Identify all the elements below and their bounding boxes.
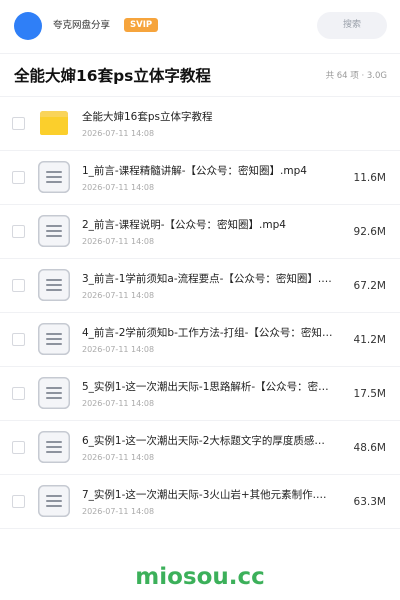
file-name[interactable]: 全能大婶16套ps立体字教程 (82, 110, 334, 124)
folder-summary: 共 64 项 · 3.0G (325, 71, 387, 81)
document-icon (38, 269, 70, 301)
document-icon (38, 377, 70, 409)
user-name[interactable]: 夸克网盘分享 (53, 19, 110, 33)
file-row[interactable]: 6_实例1-这一次潮出天际-2大标题文字的厚度质感制作.mp4 2026-07-1… (0, 421, 400, 475)
file-date: 2026-07-11 14:08 (82, 453, 155, 462)
file-size: 67.2M (353, 280, 386, 292)
file-name[interactable]: 2_前言-课程说明-【公众号：密知圈】.mp4 (82, 218, 334, 232)
file-date: 2026-07-11 14:08 (82, 237, 155, 246)
file-date: 2026-07-11 14:08 (82, 183, 155, 192)
file-row[interactable]: 3_前言-1学前须知a-流程要点-【公众号：密知圈】.mp4 2026-07-11… (0, 259, 400, 313)
folder-icon (38, 107, 70, 139)
file-size: 11.6M (353, 172, 386, 184)
file-size: 92.6M (353, 226, 386, 238)
folder-header: 全能大婶16套ps立体字教程 共 64 项 · 3.0G (0, 53, 400, 97)
select-checkbox[interactable] (12, 441, 25, 454)
file-date: 2026-07-11 14:08 (82, 291, 155, 300)
document-icon (38, 161, 70, 193)
search-input[interactable]: 搜索 (317, 12, 387, 39)
file-name[interactable]: 7_实例1-这一次潮出天际-3火山岩+其他元素制作.mp4 (82, 488, 334, 502)
avatar[interactable] (14, 12, 42, 40)
page-title: 全能大婶16套ps立体字教程 (14, 67, 211, 85)
select-checkbox[interactable] (12, 117, 25, 130)
document-icon (38, 431, 70, 463)
file-row[interactable]: 2_前言-课程说明-【公众号：密知圈】.mp4 2026-07-11 14:08 9… (0, 205, 400, 259)
file-row[interactable]: 5_实例1-这一次潮出天际-1思路解析-【公众号：密知圈】.mp4 2026-07… (0, 367, 400, 421)
document-icon (38, 215, 70, 247)
file-date: 2026-07-11 14:08 (82, 345, 155, 354)
file-name[interactable]: 4_前言-2学前须知b-工作方法-打组-【公众号：密知圈】.mp4 (82, 326, 334, 340)
file-row[interactable]: 7_实例1-这一次潮出天际-3火山岩+其他元素制作.mp4 2026-07-11 … (0, 475, 400, 529)
svip-badge: SVIP (124, 18, 159, 32)
file-date: 2026-07-11 14:08 (82, 507, 155, 516)
select-checkbox[interactable] (12, 225, 25, 238)
document-icon (38, 485, 70, 517)
file-size: 41.2M (353, 334, 386, 346)
document-icon (38, 323, 70, 355)
file-list: 全能大婶16套ps立体字教程 2026-07-11 14:08 1_前言-课程精髓讲… (0, 97, 400, 529)
file-size: 63.3M (353, 496, 386, 508)
file-row[interactable]: 1_前言-课程精髓讲解-【公众号：密知圈】.mp4 2026-07-11 14:0… (0, 151, 400, 205)
file-size: 48.6M (353, 442, 386, 454)
select-checkbox[interactable] (12, 387, 25, 400)
select-checkbox[interactable] (12, 495, 25, 508)
file-date: 2026-07-11 14:08 (82, 399, 155, 408)
file-row[interactable]: 全能大婶16套ps立体字教程 2026-07-11 14:08 (0, 97, 400, 151)
file-name[interactable]: 1_前言-课程精髓讲解-【公众号：密知圈】.mp4 (82, 164, 334, 178)
top-bar: 夸克网盘分享 SVIP 搜索 (0, 0, 400, 52)
file-name[interactable]: 6_实例1-这一次潮出天际-2大标题文字的厚度质感制作.mp4 (82, 434, 334, 448)
select-checkbox[interactable] (12, 279, 25, 292)
file-date: 2026-07-11 14:08 (82, 129, 155, 138)
file-name[interactable]: 5_实例1-这一次潮出天际-1思路解析-【公众号：密知圈】.mp4 (82, 380, 334, 394)
select-checkbox[interactable] (12, 333, 25, 346)
watermark: miosou.cc (135, 564, 265, 590)
file-name[interactable]: 3_前言-1学前须知a-流程要点-【公众号：密知圈】.mp4 (82, 272, 334, 286)
select-checkbox[interactable] (12, 171, 25, 184)
file-size: 17.5M (353, 388, 386, 400)
file-row[interactable]: 4_前言-2学前须知b-工作方法-打组-【公众号：密知圈】.mp4 2026-07… (0, 313, 400, 367)
